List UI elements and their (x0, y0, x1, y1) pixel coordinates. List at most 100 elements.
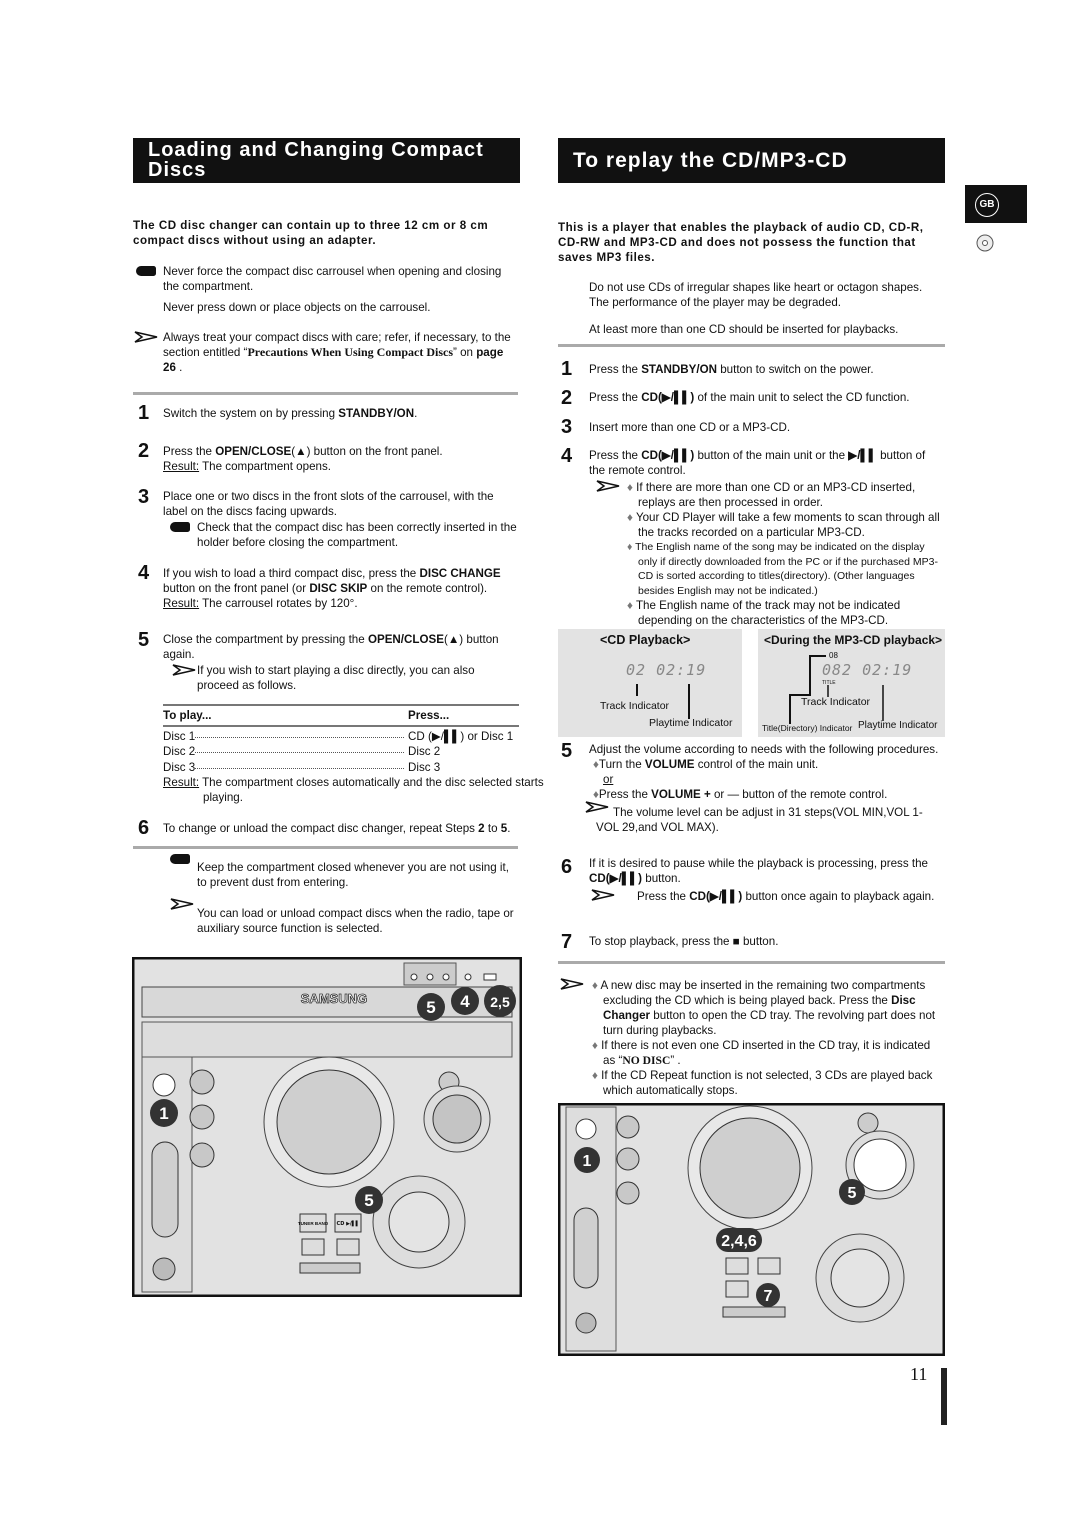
step-text: If you wish to load a third compact disc… (163, 566, 519, 611)
step-text-part: Switch the system on by pressing (163, 407, 339, 420)
step-text-part: Press the (163, 445, 216, 458)
table-row: Disc 1 CD (▶/▌▌) or Disc 1 (163, 729, 519, 744)
note-text-part: . (175, 361, 183, 374)
step-text: Press the CD(▶/▌▌) of the main unit to s… (589, 390, 944, 405)
step-number: 3 (561, 416, 573, 438)
button-name: CD(▶/▌▌) (641, 449, 695, 462)
bullet-item: ♦ If the CD Repeat function is not selec… (592, 1068, 944, 1098)
step-number: 3 (138, 486, 150, 508)
result-label: Result: (163, 460, 200, 473)
bullet-text: A new disc may be inserted in the remain… (600, 979, 926, 1007)
step-text-part: (▲) button on the front panel. (291, 445, 443, 458)
arrow-note-icon (560, 978, 584, 990)
button-name: OPEN/CLOSE (215, 445, 292, 458)
diamond-bullet-icon: ♦ (627, 511, 633, 524)
or-label: or (603, 773, 614, 786)
language-code: GB (975, 193, 999, 217)
volume-knob (432, 1094, 482, 1144)
column-header: To play... (163, 709, 212, 722)
step-text-part: Close the compartment by pressing the (163, 633, 368, 646)
note-text-part: ” on (453, 346, 477, 359)
note-text: Keep the compartment closed whenever you… (197, 861, 509, 889)
arrow-note-icon (170, 898, 194, 910)
standby-button (152, 1073, 176, 1097)
bullet-text: Your CD Player will take a few moments t… (635, 511, 940, 539)
phones-jack (152, 1257, 176, 1281)
stereo-front-panel-illustration: SAMSUNG TUNER BAND CD ▶/▌▌ 5 4 2,5 1 5 (132, 957, 522, 1297)
diamond-bullet-icon: ♦ (627, 541, 633, 553)
step-text-part: button of the main unit or the (694, 449, 849, 462)
bullet-item: ♦ Your CD Player will take a few moments… (627, 510, 945, 540)
cd-play-pause-button (757, 1257, 781, 1275)
button-name: OPEN/CLOSE (367, 633, 444, 646)
step-number: 4 (561, 445, 573, 467)
step-text: Switch the system on by pressing STANDBY… (163, 406, 518, 421)
bullet-text: If there are more than one CD or an MP3-… (636, 481, 916, 509)
step-text: To stop playback, press the ■ button. (589, 934, 939, 949)
step-text-part: button to switch on the power. (717, 363, 874, 376)
callout-number: 2,5 (490, 994, 510, 1010)
step-number: 5 (138, 629, 150, 651)
control-name: VOLUME + (651, 788, 711, 801)
bullet-item: ♦ If there is not even one CD inserted i… (592, 1038, 944, 1068)
tape-deck (573, 1207, 599, 1289)
diamond-bullet-icon: ♦ (592, 1069, 598, 1082)
step-text-part: . (507, 822, 511, 835)
tape-deck (151, 1141, 179, 1238)
result-label: Result: (163, 776, 200, 789)
control-name: VOLUME (644, 758, 695, 771)
step-text: Press the CD(▶/▌▌) button of the main un… (589, 448, 944, 478)
bullet-item: ♦ A new disc may be inserted in the rema… (592, 978, 944, 1038)
stop-button (722, 1306, 786, 1318)
note-text: Always treat your compact discs with car… (163, 330, 518, 375)
stop-icon: ■ (732, 935, 740, 948)
playtime-indicator-label: Playtime Indicator (858, 720, 938, 731)
section-reference: Precautions When Using Compact Discs (247, 345, 454, 359)
standby-button (575, 1118, 597, 1140)
bullet-text: ” . (670, 1054, 681, 1067)
bullet-item: ♦ If there are more than one CD or an MP… (627, 480, 945, 510)
arrow-note-icon (134, 331, 158, 343)
step-text: Insert more than one CD or a MP3-CD. (589, 421, 791, 434)
step-number: 7 (561, 931, 573, 953)
step-text: Close the compartment by pressing the OP… (163, 632, 513, 662)
page-edge-bar (941, 1368, 947, 1425)
table-cell: Disc 2 (408, 745, 441, 758)
display-caption: <CD Playback> (600, 633, 691, 647)
diamond-bullet-icon: ♦ (627, 481, 633, 494)
step-text-part: button. (642, 872, 681, 885)
bullet-text: The English name of the track may not be… (635, 599, 901, 627)
step-text-part: If you wish to load a third compact disc… (163, 567, 420, 580)
step-text-part: To change or unload the compact disc cha… (163, 822, 479, 835)
diamond-bullet-icon: ♦ (592, 979, 598, 992)
result-label: Result: (163, 597, 200, 610)
pointing-hand-icon (170, 522, 190, 532)
step-text-part: Press the (589, 391, 642, 404)
note-text-part: button once again to playback again. (742, 890, 935, 903)
step-text: To change or unload the compact disc cha… (163, 821, 519, 836)
table-cell: Disc 3 (408, 761, 441, 774)
bullet-item: ♦Turn the VOLUME control of the main uni… (589, 757, 945, 772)
divider (558, 961, 945, 964)
step-text-part: Press the (589, 363, 642, 376)
step-text-part: to (484, 822, 501, 835)
track-indicator-label: Track Indicator (801, 696, 871, 708)
multi-jog-dial (830, 1248, 890, 1308)
cd-playback-display-diagram: <CD Playback> 02 02:19 Track Indicator P… (558, 629, 742, 737)
cd-play-pause-label: CD ▶/▌▌ (337, 1220, 360, 1227)
bullet-text: Press the (598, 788, 652, 801)
stereo-front-panel-illustration: 1 5 2,4,6 7 (558, 1103, 945, 1356)
step-text-part: button. (739, 935, 779, 948)
table-header: To play... Press... (163, 704, 519, 727)
callout-number: 5 (426, 998, 435, 1017)
caution-text: At least more than one CD should be inse… (589, 323, 899, 336)
note-text-part: Press the (637, 890, 690, 903)
bullet-text: or — button of the remote control. (710, 788, 888, 801)
step-text: Place one or two discs in the front slot… (163, 490, 494, 518)
step-number: 1 (561, 358, 573, 380)
button-name: CD(▶/▌▌) (589, 872, 643, 885)
bullet-item: ♦Press the VOLUME + or — button of the r… (589, 787, 945, 802)
diamond-bullet-icon: ♦ (592, 1039, 598, 1052)
step-text-part: Adjust the volume according to needs wit… (589, 743, 939, 756)
column-header: Press... (408, 709, 450, 722)
